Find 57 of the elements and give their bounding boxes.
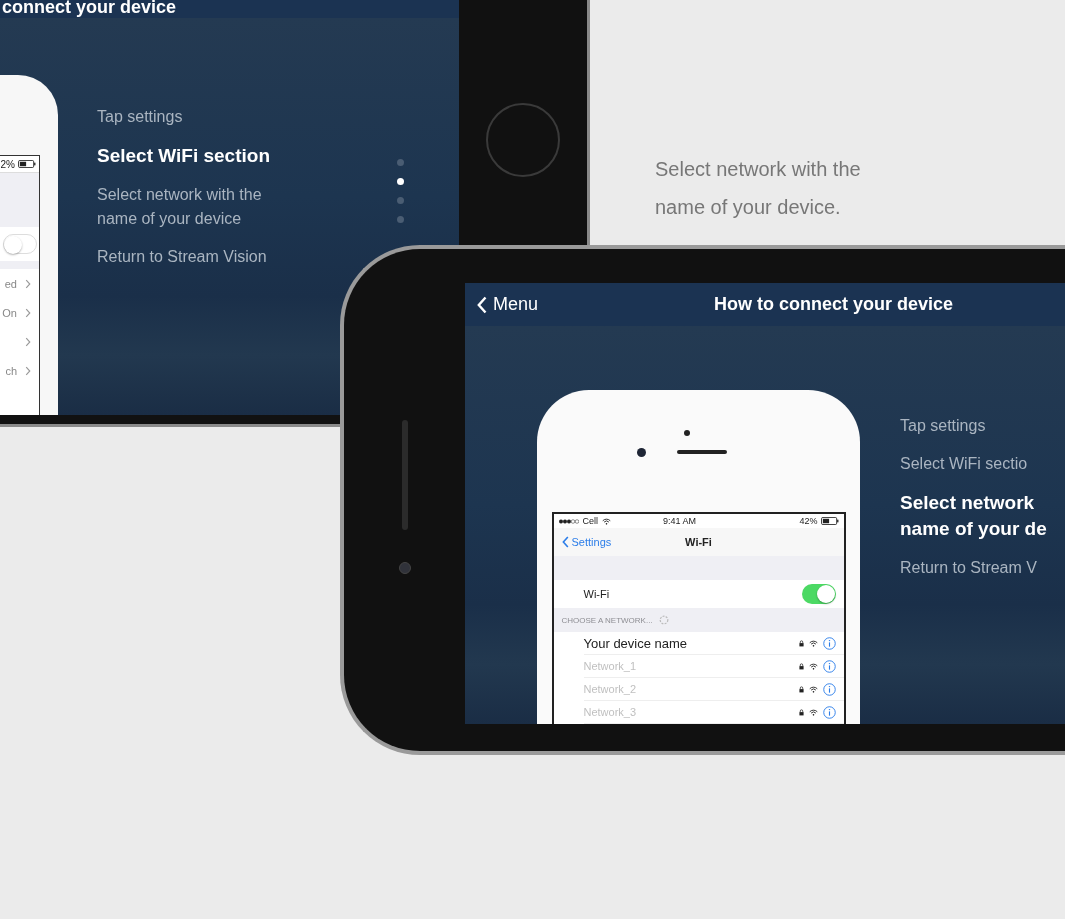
- lock-icon: [798, 639, 804, 647]
- battery-percent: 42%: [799, 516, 818, 526]
- battery-icon: [18, 160, 36, 168]
- step-item[interactable]: Select network name of your de: [900, 490, 1047, 542]
- lock-icon: [798, 708, 804, 716]
- camera-dot: [398, 562, 411, 574]
- step-item[interactable]: Return to Stream V: [900, 556, 1047, 580]
- speaker-slot: [677, 450, 727, 454]
- menu-back-button[interactable]: Menu: [477, 294, 539, 315]
- step-item[interactable]: Select WiFi section: [97, 143, 270, 169]
- step-item[interactable]: Return to Stream Vision: [97, 245, 270, 269]
- step-item[interactable]: Select network with the name of your device: [97, 183, 270, 231]
- info-icon[interactable]: [822, 705, 836, 719]
- camera-dot: [637, 448, 646, 457]
- carrier-label: Cell: [582, 516, 598, 526]
- section-header: CHOOSE A NETWORK...: [561, 615, 653, 625]
- battery-percent: 2%: [0, 158, 15, 170]
- back-chevron-icon: [477, 295, 487, 314]
- step-item[interactable]: Tap settings: [97, 105, 270, 129]
- wifi-icon: [808, 662, 818, 670]
- page-dot[interactable]: [397, 197, 404, 204]
- chevron-icon: [25, 365, 31, 376]
- step-item[interactable]: Tap settings: [900, 414, 1047, 438]
- settings-row-label: On: [2, 306, 17, 319]
- info-icon[interactable]: [822, 659, 836, 673]
- info-icon[interactable]: [822, 682, 836, 696]
- wifi-icon: [808, 708, 818, 716]
- header-title: connect your device: [2, 0, 177, 18]
- nav-title: Wi-Fi: [685, 536, 712, 548]
- wifi-toggle[interactable]: [801, 584, 836, 604]
- status-time: 9:41 AM: [663, 516, 697, 526]
- settings-row-label: ch: [5, 364, 17, 377]
- header-title: How to connect your device: [714, 294, 954, 315]
- wifi-label: Wi-Fi: [583, 588, 610, 600]
- page-dot[interactable]: [397, 178, 404, 185]
- spinner-icon: [658, 615, 669, 625]
- page-dot[interactable]: [397, 159, 404, 166]
- toggle-switch[interactable]: [3, 234, 37, 254]
- signal-icon: [558, 518, 579, 524]
- chevron-icon: [25, 336, 31, 347]
- lock-icon: [798, 685, 804, 693]
- network-row[interactable]: Your device name: [583, 632, 844, 655]
- battery-icon: [820, 517, 839, 525]
- back-chevron-icon: [561, 536, 569, 548]
- chevron-icon: [25, 278, 31, 289]
- info-icon[interactable]: [822, 636, 836, 650]
- caption-text: Select network with the name of your device.: [655, 157, 862, 220]
- wifi-icon: [808, 685, 818, 693]
- page-dot[interactable]: [397, 216, 404, 223]
- chevron-icon: [25, 307, 31, 318]
- lock-icon: [798, 662, 804, 670]
- wifi-icon: [808, 639, 818, 647]
- settings-back-link[interactable]: Settings: [561, 536, 612, 548]
- sensor-dot: [684, 430, 690, 436]
- settings-row-label: ed: [4, 277, 17, 290]
- wifi-icon: [602, 517, 611, 525]
- step-item[interactable]: Select WiFi sectio: [900, 452, 1047, 476]
